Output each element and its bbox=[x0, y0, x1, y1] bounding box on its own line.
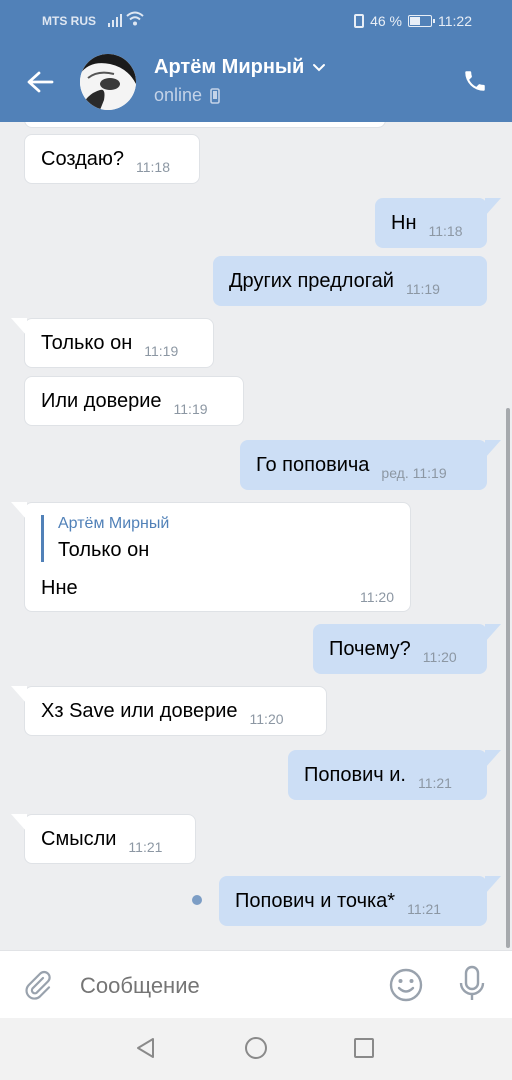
nav-recent-icon[interactable] bbox=[352, 1036, 376, 1060]
wifi-icon bbox=[126, 11, 144, 26]
battery-icon bbox=[408, 15, 435, 27]
message-composer bbox=[0, 950, 512, 1018]
message-incoming[interactable]: Хз Save или доверие 11:20 bbox=[11, 686, 327, 736]
paperclip-icon[interactable] bbox=[22, 969, 54, 1001]
avatar[interactable] bbox=[80, 54, 136, 110]
message-text: Нн bbox=[391, 211, 417, 234]
smile-icon[interactable] bbox=[388, 967, 424, 1003]
mobile-icon bbox=[210, 87, 220, 104]
message-time: 11:20 bbox=[249, 711, 284, 727]
message-text: Попович и точка* bbox=[235, 889, 396, 912]
message-input[interactable] bbox=[80, 971, 370, 1001]
message-outgoing[interactable]: Других предлогай 11:19 bbox=[213, 256, 487, 306]
status-bar: MTS RUS 46 % 11:22 bbox=[0, 0, 512, 42]
message-time: ред. 11:19 bbox=[381, 465, 447, 481]
message-incoming[interactable]: Или доверие 11:19 bbox=[24, 376, 244, 426]
message-time: 11:21 bbox=[128, 839, 163, 855]
clock: 11:22 bbox=[438, 13, 472, 29]
chat-header: Артём Мирный online bbox=[0, 42, 512, 122]
quote-text: Только он bbox=[58, 539, 150, 561]
message-incoming[interactable]: Только он 11:19 bbox=[11, 318, 214, 368]
message-time: 11:21 bbox=[417, 775, 452, 791]
message-incoming-reply[interactable]: Артём Мирный Только он Нне 11:20 bbox=[11, 502, 411, 612]
quote-author: Артём Мирный bbox=[58, 515, 170, 532]
back-arrow-icon[interactable] bbox=[26, 70, 54, 94]
unread-indicator bbox=[192, 895, 202, 905]
message-time: 11:18 bbox=[136, 159, 170, 175]
message-text: Смысли bbox=[41, 827, 117, 850]
message-outgoing[interactable]: Го поповича ред. 11:19 bbox=[240, 440, 501, 490]
chevron-down-icon bbox=[313, 63, 326, 71]
message-bubble-partial bbox=[24, 122, 386, 128]
message-text: Других предлогай bbox=[229, 269, 394, 292]
message-text: Создаю? bbox=[41, 147, 124, 170]
vibrate-icon bbox=[354, 14, 365, 28]
quoted-message[interactable]: Артём Мирный Только он bbox=[41, 515, 169, 562]
message-text: Попович и. bbox=[304, 763, 406, 786]
message-time: 11:19 bbox=[405, 281, 440, 297]
contact-name: Артём Мирный bbox=[154, 56, 305, 78]
message-outgoing[interactable]: Нн 11:18 bbox=[375, 198, 501, 248]
system-nav-bar bbox=[0, 1018, 512, 1080]
message-text: Нне bbox=[41, 577, 78, 599]
message-text: Го поповича bbox=[256, 453, 370, 476]
message-time: 11:21 bbox=[407, 901, 442, 917]
scrollbar[interactable] bbox=[506, 408, 510, 948]
message-text: Или доверие bbox=[41, 389, 162, 412]
message-time: 11:19 bbox=[144, 343, 179, 359]
contact-name-row[interactable]: Артём Мирный bbox=[154, 56, 326, 79]
message-list[interactable]: Создаю? 11:18 Нн 11:18 Других предлогай … bbox=[0, 122, 512, 950]
phone-icon[interactable] bbox=[462, 68, 488, 94]
battery-percent: 46 % bbox=[370, 13, 402, 29]
message-incoming[interactable]: Смысли 11:21 bbox=[11, 814, 196, 864]
online-status: online bbox=[154, 85, 203, 105]
avatar-photo bbox=[80, 54, 136, 110]
message-text: Почему? bbox=[329, 637, 411, 660]
signal-icon bbox=[108, 13, 122, 27]
message-time: 11:18 bbox=[428, 223, 463, 239]
message-time: 11:20 bbox=[360, 589, 394, 605]
nav-back-icon[interactable] bbox=[134, 1036, 158, 1060]
message-outgoing[interactable]: Попович и. 11:21 bbox=[288, 750, 501, 800]
message-time: 11:19 bbox=[173, 401, 208, 417]
message-text: Хз Save или доверие bbox=[41, 699, 238, 722]
message-outgoing[interactable]: Попович и точка* 11:21 bbox=[219, 876, 501, 926]
message-outgoing[interactable]: Почему? 11:20 bbox=[313, 624, 501, 674]
carrier-label: MTS RUS bbox=[42, 14, 96, 28]
nav-home-icon[interactable] bbox=[244, 1036, 268, 1060]
message-incoming[interactable]: Создаю? 11:18 bbox=[24, 134, 200, 184]
message-text: Только он bbox=[41, 331, 133, 354]
microphone-icon[interactable] bbox=[456, 965, 488, 1003]
message-time: 11:20 bbox=[422, 649, 457, 665]
